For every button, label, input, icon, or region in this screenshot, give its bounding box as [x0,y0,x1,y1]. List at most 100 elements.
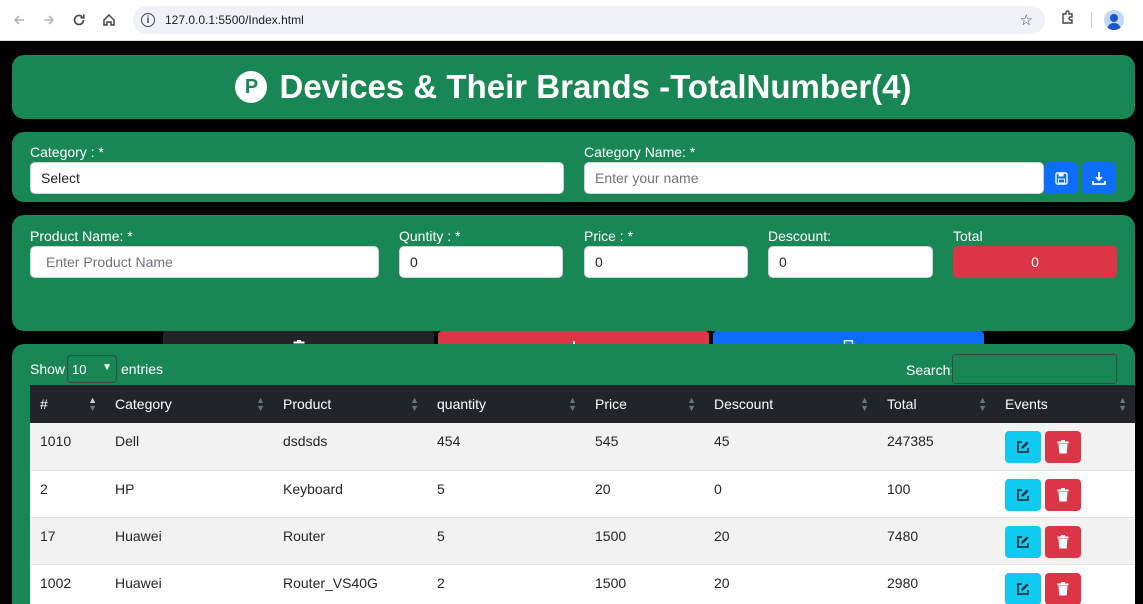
column-header-price[interactable]: Price▲▼ [585,385,704,423]
delete-row-button[interactable] [1045,431,1081,463]
cell-product: Keyboard [273,470,427,517]
cell-id: 1010 [30,423,105,470]
column-header-category[interactable]: Category▲▼ [105,385,273,423]
cell-quantity: 5 [427,517,585,564]
cell-id: 17 [30,517,105,564]
cell-quantity: 454 [427,423,585,470]
trash-icon [1057,488,1069,502]
table-row: 1002 Huawei Router_VS40G 2 1500 20 2980 [30,564,1135,604]
column-header-discount[interactable]: Descount▲▼ [704,385,877,423]
toolbar-divider [1091,12,1092,28]
reload-icon[interactable] [68,9,90,31]
sort-icon: ▲▼ [687,396,696,412]
cell-total: 2980 [877,564,995,604]
cell-total: 100 [877,470,995,517]
edit-icon [1016,440,1030,454]
category-name-label: Category Name: * [584,144,695,160]
delete-row-button[interactable] [1045,479,1081,511]
edit-row-button[interactable] [1005,526,1041,558]
cell-total: 7480 [877,517,995,564]
quantity-label: Quntity : * [399,228,460,244]
discount-label: Descount: [768,228,831,244]
browser-toolbar: i 127.0.0.1:5500/Index.html ☆ [0,0,1143,41]
cell-discount: 0 [704,470,877,517]
download-icon [1092,171,1106,185]
column-header-id[interactable]: #▲▼ [30,385,105,423]
site-info-icon[interactable]: i [141,13,155,27]
profile-avatar-icon[interactable] [1104,10,1124,30]
column-header-total[interactable]: Total▲▼ [877,385,995,423]
category-select[interactable]: Select [30,162,564,194]
cell-discount: 20 [704,564,877,604]
column-header-product[interactable]: Product▲▼ [273,385,427,423]
sort-icon: ▲▼ [256,396,265,412]
column-header-quantity[interactable]: quantity▲▼ [427,385,585,423]
discount-input[interactable] [768,246,933,278]
address-url: 127.0.0.1:5500/Index.html [165,13,304,27]
quantity-input[interactable] [399,246,563,278]
cell-product: Router [273,517,427,564]
table-header-row: #▲▼ Category▲▼ Product▲▼ quantity▲▼ Pric… [30,385,1135,423]
bookmark-star-icon[interactable]: ☆ [1020,11,1033,29]
cell-events [995,423,1135,470]
total-display: 0 [953,246,1117,278]
edit-row-button[interactable] [1005,479,1041,511]
delete-row-button[interactable] [1045,573,1081,604]
product-form: Product Name: * Quntity : * Price : * De… [12,215,1135,331]
trash-icon [1057,582,1069,596]
page-content: P Devices & Their Brands -TotalNumber(4)… [0,41,1143,590]
cell-price: 545 [585,423,704,470]
cell-quantity: 2 [427,564,585,604]
search-label: Search: [906,362,954,378]
edit-row-button[interactable] [1005,431,1041,463]
cell-category: HP [105,470,273,517]
edit-row-button[interactable] [1005,573,1041,604]
cell-id: 2 [30,470,105,517]
entries-select-value: 10 [72,362,86,377]
delete-row-button[interactable] [1045,526,1081,558]
cell-price: 1500 [585,564,704,604]
entries-label: entries [121,361,163,377]
entries-select[interactable]: 10 ▼ [67,355,117,383]
forward-arrow-icon[interactable] [38,9,60,31]
cell-price: 1500 [585,517,704,564]
table-row: 2 HP Keyboard 5 20 0 100 [30,470,1135,517]
search-input[interactable] [952,354,1117,384]
cell-events [995,517,1135,564]
show-label: Show [30,361,65,377]
product-name-input[interactable] [30,246,379,278]
products-table-panel: Show 10 ▼ entries Search: #▲▼ Category▲▼… [12,344,1135,604]
cell-product: Router_VS40G [273,564,427,604]
cell-discount: 45 [704,423,877,470]
cell-events [995,564,1135,604]
category-name-input[interactable] [584,162,1044,194]
address-bar[interactable]: i 127.0.0.1:5500/Index.html ☆ [133,6,1045,34]
product-name-label: Product Name: * [30,228,133,244]
save-category-button[interactable] [1044,162,1078,194]
cell-product: dsdsds [273,423,427,470]
download-category-button[interactable] [1082,162,1116,194]
sort-icon: ▲▼ [88,396,97,412]
edit-icon [1016,535,1030,549]
cell-quantity: 5 [427,470,585,517]
total-value: 0 [1031,254,1039,270]
column-header-events[interactable]: Events▲▼ [995,385,1135,423]
trash-icon [1057,440,1069,454]
extensions-icon[interactable] [1060,10,1078,28]
cell-category: Dell [105,423,273,470]
cell-id: 1002 [30,564,105,604]
category-select-value: Select [41,170,80,186]
cell-category: Huawei [105,517,273,564]
logo-icon: P [235,71,267,103]
table-row: 1010 Dell dsdsds 454 545 45 247385 [30,423,1135,470]
home-icon[interactable] [98,9,120,31]
floppy-disk-icon [1055,172,1068,185]
cell-category: Huawei [105,564,273,604]
header-panel: P Devices & Their Brands -TotalNumber(4) [12,55,1135,119]
cell-discount: 20 [704,517,877,564]
category-label: Category : * [30,144,104,160]
edit-icon [1016,488,1030,502]
price-input[interactable] [584,246,748,278]
sort-icon: ▲▼ [410,396,419,412]
back-arrow-icon[interactable] [8,9,30,31]
